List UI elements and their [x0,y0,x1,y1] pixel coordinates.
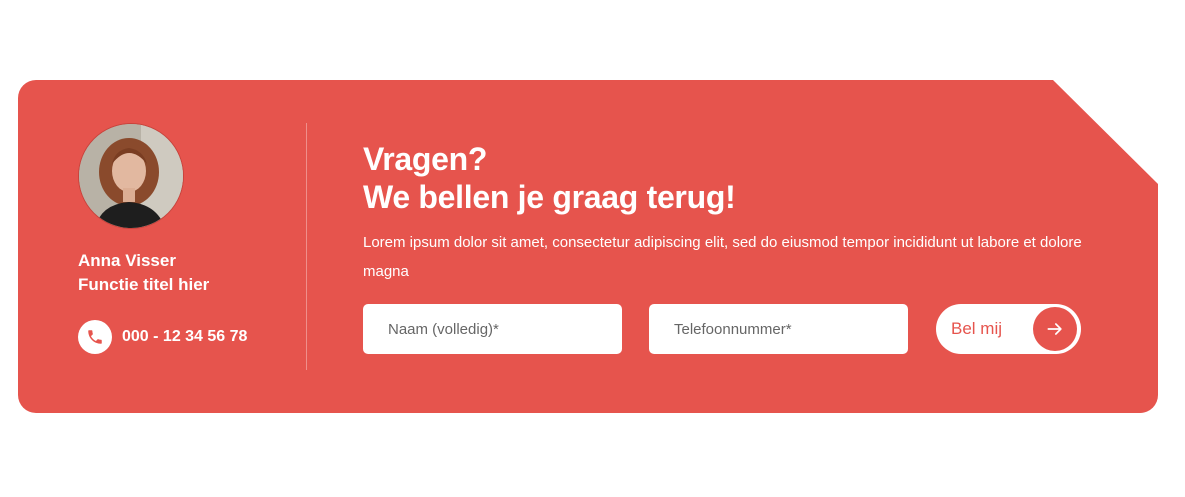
phone-row[interactable]: 000 - 12 34 56 78 [78,320,298,354]
heading-line-1: Vragen? [363,141,488,177]
callback-card: Anna Visser Functie titel hier 000 - 12 … [18,80,1158,413]
avatar [78,123,184,229]
phone-icon [78,320,112,354]
phone-number[interactable]: 000 - 12 34 56 78 [122,328,247,346]
person-name: Anna Visser [78,251,176,270]
call-me-button[interactable]: Bel mij [936,304,1081,354]
contact-panel: Anna Visser Functie titel hier 000 - 12 … [78,123,298,354]
phone-input[interactable] [649,304,908,354]
arrow-right-icon [1033,307,1077,351]
person-role: Functie titel hier [78,275,210,294]
call-me-label: Bel mij [951,319,1003,338]
heading: Vragen? We bellen je graag terug! [363,140,1103,216]
name-input[interactable] [363,304,622,354]
intro-text: Lorem ipsum dolor sit amet, consectetur … [363,234,1082,280]
callback-content: Vragen? We bellen je graag terug! Lorem … [363,140,1103,354]
heading-line-2: We bellen je graag terug! [363,179,736,215]
callback-form: Bel mij [363,304,1103,354]
divider [306,123,307,370]
